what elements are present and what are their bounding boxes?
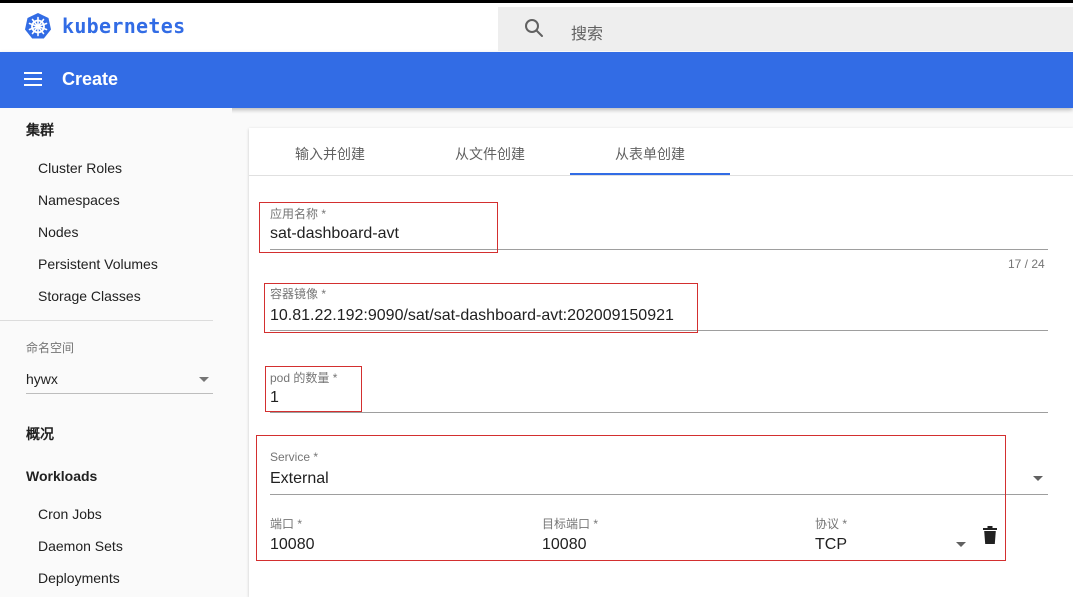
pods-underline — [270, 412, 1048, 413]
top-bar: kubernetes 搜索 — [0, 0, 1073, 52]
highlight-box-pods — [265, 366, 362, 412]
sidebar-item-daemon-sets[interactable]: Daemon Sets — [38, 538, 123, 554]
search-input[interactable]: 搜索 — [571, 20, 603, 44]
namespace-value: hywx — [26, 371, 58, 387]
kubernetes-helm-icon — [25, 13, 51, 39]
app-bar: Create — [0, 52, 1073, 108]
sidebar-item-cluster-roles[interactable]: Cluster Roles — [38, 160, 122, 176]
app-name-counter: 17 / 24 — [1008, 257, 1045, 271]
sidebar-item-nodes[interactable]: Nodes — [38, 224, 78, 240]
sidebar: 集群 Cluster Roles Namespaces Nodes Persis… — [0, 108, 232, 597]
active-tab-indicator — [570, 173, 730, 175]
sidebar-heading-workloads[interactable]: Workloads — [26, 468, 97, 484]
tab-form-create[interactable]: 从表单创建 — [570, 144, 730, 164]
sidebar-divider — [0, 320, 213, 321]
tab-input-create[interactable]: 输入并创建 — [250, 144, 410, 164]
chevron-down-icon[interactable] — [1033, 476, 1043, 481]
namespace-select[interactable]: hywx — [26, 364, 213, 394]
sidebar-item-storage-classes[interactable]: Storage Classes — [38, 288, 141, 304]
create-tabs: 输入并创建 从文件创建 从表单创建 — [249, 128, 1073, 176]
chevron-down-icon — [199, 377, 209, 382]
sidebar-item-persistent-volumes[interactable]: Persistent Volumes — [38, 256, 158, 272]
sidebar-heading-overview[interactable]: 概况 — [26, 424, 54, 444]
namespace-label: 命名空间 — [26, 341, 75, 355]
sidebar-item-namespaces[interactable]: Namespaces — [38, 192, 120, 208]
create-form-card: 输入并创建 从文件创建 从表单创建 应用名称 * sat-dashboard-a… — [249, 128, 1073, 597]
tab-file-create[interactable]: 从文件创建 — [410, 144, 570, 164]
page: kubernetes 搜索 Create 集群 Cluster Roles Na… — [0, 0, 1073, 597]
page-title: Create — [62, 69, 119, 89]
sidebar-item-cron-jobs[interactable]: Cron Jobs — [38, 506, 102, 522]
sidebar-item-deployments[interactable]: Deployments — [38, 570, 120, 586]
highlight-box-service — [256, 435, 1006, 561]
highlight-box-image — [264, 283, 698, 333]
brand-name: kubernetes — [62, 14, 186, 38]
search-bar[interactable]: 搜索 — [498, 7, 1073, 51]
search-icon — [525, 19, 543, 37]
highlight-box-app-name — [259, 202, 498, 253]
sidebar-heading-cluster[interactable]: 集群 — [26, 120, 54, 140]
brand-logo[interactable]: kubernetes — [24, 12, 185, 40]
menu-icon[interactable] — [24, 72, 42, 86]
